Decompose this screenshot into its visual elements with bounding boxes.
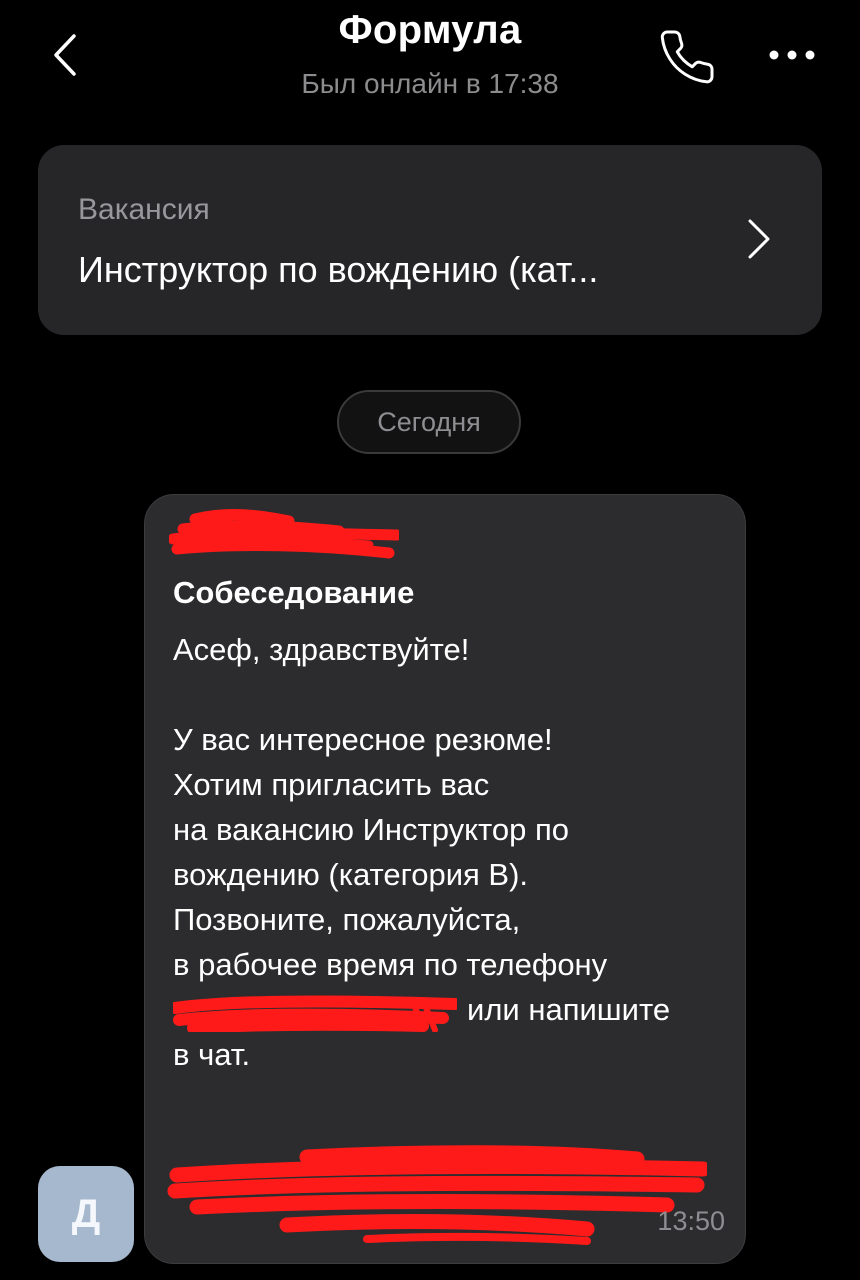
redaction-scribble [173, 995, 457, 1032]
message-line: Позвоните, пожалуйста, [173, 902, 521, 937]
message-line: вождению (категория В). [173, 857, 529, 892]
chevron-right-icon [748, 219, 770, 259]
redaction-scribble [169, 509, 399, 559]
avatar[interactable]: Д [38, 1166, 134, 1262]
message-line [173, 672, 670, 717]
message-line: Хотим пригласить вас [173, 767, 490, 802]
chat-title: Формула [338, 8, 522, 52]
message-line-end: или напишите [467, 992, 671, 1027]
vacancy-name: Инструктор по вождению (кат... [78, 249, 599, 290]
redaction-scribble [167, 1145, 707, 1245]
message-line: на вакансию Инструктор по [173, 812, 569, 847]
chat-header: Формула Был онлайн в 17:38 [0, 0, 860, 120]
last-seen-status: Был онлайн в 17:38 [301, 68, 559, 99]
message-timestamp: 13:50 [657, 1206, 725, 1236]
vacancy-label: Вакансия [78, 193, 210, 226]
message-line: или напишите [173, 987, 670, 1032]
call-button[interactable] [654, 24, 720, 90]
message-bubble: Собеседование Асеф, здравствуйте! У вас … [144, 494, 746, 1264]
more-options-button[interactable] [764, 32, 820, 78]
date-divider: Сегодня [337, 390, 521, 454]
phone-icon [660, 30, 714, 84]
message-title: Собеседование [173, 575, 415, 610]
message-line: У вас интересное резюме! [173, 722, 553, 757]
more-dots-icon [769, 50, 815, 60]
message-line: в чат. [173, 1037, 251, 1072]
message-line: в рабочее время по телефону [173, 947, 608, 982]
vacancy-card[interactable]: Вакансия Инструктор по вождению (кат... [38, 145, 822, 335]
message-line: Асеф, здравствуйте! [173, 632, 470, 667]
message-text: Асеф, здравствуйте! У вас интересное рез… [173, 627, 670, 1077]
